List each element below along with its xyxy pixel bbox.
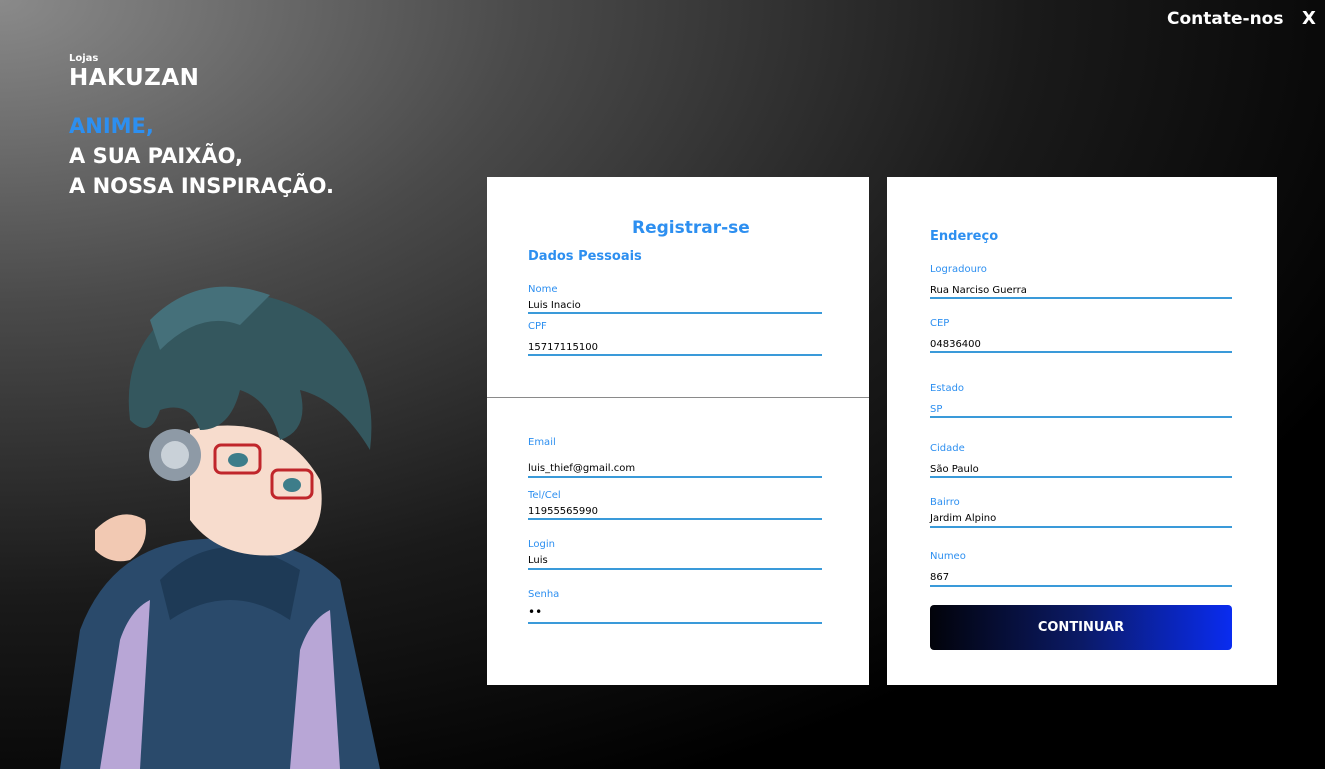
name-underline xyxy=(528,312,822,314)
tagline-line-3: A NOSSA INSPIRAÇÃO. xyxy=(69,174,335,198)
personal-data-title: Dados Pessoais xyxy=(528,249,642,264)
password-underline xyxy=(528,622,822,624)
number-input[interactable]: 867 xyxy=(930,572,949,583)
address-title: Endereço xyxy=(930,229,999,244)
city-underline xyxy=(930,476,1232,478)
city-label: Cidade xyxy=(930,443,965,454)
tagline-line-1: ANIME, xyxy=(69,114,154,138)
tagline-line-2: A SUA PAIXÃO, xyxy=(69,144,243,168)
name-label: Nome xyxy=(528,284,558,295)
brand-prefix: Lojas xyxy=(69,53,99,64)
phone-input[interactable]: 11955565990 xyxy=(528,506,598,517)
password-label: Senha xyxy=(528,589,560,600)
anime-character-illustration xyxy=(60,286,380,769)
register-title: Registrar-se xyxy=(632,218,750,238)
cpf-underline xyxy=(528,354,822,356)
cep-input[interactable]: 04836400 xyxy=(930,339,981,350)
district-label: Bairro xyxy=(930,497,960,508)
street-underline xyxy=(930,297,1232,299)
login-label: Login xyxy=(528,539,555,550)
state-input[interactable]: SP xyxy=(930,404,942,415)
name-input[interactable]: Luis Inacio xyxy=(528,300,581,311)
phone-label: Tel/Cel xyxy=(528,490,561,501)
district-input[interactable]: Jardim Alpino xyxy=(930,513,996,524)
cep-label: CEP xyxy=(930,318,950,329)
continue-button[interactable]: CONTINUAR xyxy=(930,605,1232,650)
street-label: Logradouro xyxy=(930,264,987,275)
login-input[interactable]: Luis xyxy=(528,555,548,566)
close-icon[interactable]: X xyxy=(1302,8,1316,29)
state-label: Estado xyxy=(930,383,965,394)
cpf-label: CPF xyxy=(528,321,547,332)
email-underline xyxy=(528,476,822,478)
contact-link[interactable]: Contate-nos xyxy=(1167,9,1283,29)
city-input[interactable]: São Paulo xyxy=(930,464,979,475)
address-card: Endereço Logradouro Rua Narciso Guerra C… xyxy=(887,177,1277,685)
password-input[interactable]: •• xyxy=(528,605,542,619)
email-label: Email xyxy=(528,437,556,448)
street-input[interactable]: Rua Narciso Guerra xyxy=(930,285,1027,296)
section-divider xyxy=(487,397,869,398)
email-input[interactable]: luis_thief@gmail.com xyxy=(528,463,635,474)
login-underline xyxy=(528,568,822,570)
number-underline xyxy=(930,585,1232,587)
cpf-input[interactable]: 15717115100 xyxy=(528,342,598,353)
district-underline xyxy=(930,526,1232,528)
registration-card: Registrar-se Dados Pessoais Nome Luis In… xyxy=(487,177,869,685)
state-underline xyxy=(930,416,1232,418)
cep-underline xyxy=(930,351,1232,353)
brand-name: HAKUZAN xyxy=(69,65,200,91)
number-label: Numeo xyxy=(930,551,966,562)
phone-underline xyxy=(528,518,822,520)
